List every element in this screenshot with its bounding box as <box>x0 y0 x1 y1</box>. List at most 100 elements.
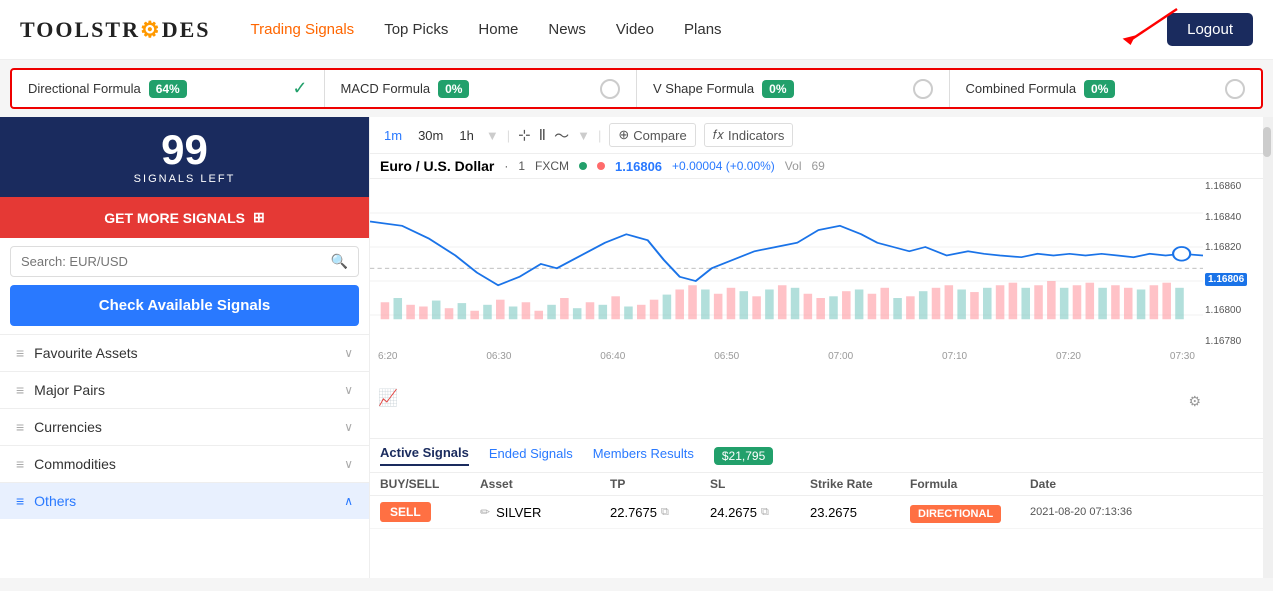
sidebar-item-favourite-assets[interactable]: ≡ Favourite Assets ∨ <box>0 334 369 371</box>
scrollbar[interactable] <box>1263 117 1273 578</box>
formula-macd-label: MACD Formula <box>341 81 431 96</box>
timeframe-30m[interactable]: 30m <box>414 126 447 145</box>
formula-directional-label: Directional Formula <box>28 81 141 96</box>
nav-trading-signals[interactable]: Trading Signals <box>251 21 355 38</box>
nav-news[interactable]: News <box>548 21 586 38</box>
copy-tp-icon[interactable]: ⧉ <box>661 506 669 519</box>
formula-vshape-label: V Shape Formula <box>653 81 754 96</box>
candlestick-icon[interactable]: Ⅱ <box>539 126 546 144</box>
indicators-button[interactable]: 𝑓𝑥 Indicators <box>704 123 794 147</box>
get-more-label: GET MORE SIGNALS <box>104 210 245 226</box>
nav-top-picks[interactable]: Top Picks <box>384 21 448 38</box>
formula-vshape-circle-icon <box>913 79 933 99</box>
search-input[interactable] <box>21 254 331 269</box>
sidebar-item-others[interactable]: ≡ Others ∧ <box>0 482 369 519</box>
chart-area: 1m 30m 1h ▼ | ⊹ Ⅱ 〜 ▼ | ⊕ Compare 𝑓𝑥 Ind… <box>370 117 1263 578</box>
x-label-2: 06:30 <box>486 351 511 362</box>
logo: TOOLSTR⚙DES <box>20 17 211 43</box>
nav-plans[interactable]: Plans <box>684 21 722 38</box>
status-dot-green <box>579 162 587 170</box>
col-buysell: BUY/SELL <box>380 477 480 491</box>
status-dot-pink <box>597 162 605 170</box>
formula-vshape[interactable]: V Shape Formula 0% <box>637 70 950 107</box>
nav-video[interactable]: Video <box>616 21 654 38</box>
col-formula: Formula <box>910 477 1030 491</box>
get-more-signals-button[interactable]: GET MORE SIGNALS ⊞ <box>0 197 369 238</box>
chart-settings-icon[interactable]: ⚙ <box>1188 393 1201 410</box>
fx-icon: 𝑓𝑥 <box>713 127 724 143</box>
formula-directional-check-icon: ✓ <box>292 78 307 99</box>
check-available-signals-button[interactable]: Check Available Signals <box>10 285 359 326</box>
sidebar-item-commodities[interactable]: ≡ Commodities ∨ <box>0 445 369 482</box>
chevron-down-icon-favourite: ∨ <box>344 346 353 360</box>
chart-info-bar: Euro / U.S. Dollar · 1 FXCM 1.16806 +0.0… <box>370 154 1263 179</box>
sidebar-label-others: Others <box>34 493 334 509</box>
y-label-5: 1.16780 <box>1205 336 1261 347</box>
x-label-7: 07:20 <box>1056 351 1081 362</box>
sidebar: 99 SIGNALS LEFT GET MORE SIGNALS ⊞ 🔍 Che… <box>0 117 370 578</box>
formula-bar: Directional Formula 64% ✓ MACD Formula 0… <box>10 68 1263 109</box>
list-icon-currencies: ≡ <box>16 419 24 435</box>
x-axis: 6:20 06:30 06:40 06:50 07:00 07:10 07:20… <box>370 351 1203 362</box>
formula-combined-badge: 0% <box>1084 80 1115 98</box>
formula-macd-circle-icon <box>600 79 620 99</box>
chevron-down-icon-currencies: ∨ <box>344 420 353 434</box>
tab-ended-signals[interactable]: Ended Signals <box>489 446 573 465</box>
y-label-3: 1.16820 <box>1205 242 1261 253</box>
x-label-8: 07:30 <box>1170 351 1195 362</box>
logo-accent: ⚙ <box>140 17 162 42</box>
x-label-3: 06:40 <box>600 351 625 362</box>
price-chart-svg <box>370 179 1203 349</box>
crosshair-icon[interactable]: ⊹ <box>518 126 531 144</box>
formula-combined[interactable]: Combined Formula 0% <box>950 70 1262 107</box>
signals-tabs: Active Signals Ended Signals Members Res… <box>370 439 1263 473</box>
pair-multiplier: · <box>504 159 508 173</box>
formula-directional[interactable]: Directional Formula 64% ✓ <box>12 70 325 107</box>
timeframe-1h[interactable]: 1h <box>455 126 477 145</box>
row-tp: 22.7675 ⧉ <box>610 505 710 520</box>
signals-left-label: SIGNALS LEFT <box>12 173 357 185</box>
nav-home[interactable]: Home <box>478 21 518 38</box>
pair-exchange: FXCM <box>535 159 569 173</box>
vol-label: Vol <box>785 159 802 173</box>
chevron-down-icon-major: ∨ <box>344 383 353 397</box>
y-label-2: 1.16840 <box>1205 212 1261 223</box>
x-label-5: 07:00 <box>828 351 853 362</box>
sidebar-item-major-pairs[interactable]: ≡ Major Pairs ∨ <box>0 371 369 408</box>
formula-macd[interactable]: MACD Formula 0% <box>325 70 638 107</box>
formula-vshape-badge: 0% <box>762 80 793 98</box>
pair-mult-val: 1 <box>518 159 525 173</box>
col-sl: SL <box>710 477 810 491</box>
scroll-thumb[interactable] <box>1263 127 1271 157</box>
indicators-label: Indicators <box>728 128 784 143</box>
compare-button[interactable]: ⊕ Compare <box>609 123 695 147</box>
chart-canvas: 1.16860 1.16840 1.16820 1.16806 1.16800 … <box>370 179 1263 438</box>
col-asset: Asset <box>480 477 610 491</box>
copy-sl-icon[interactable]: ⧉ <box>761 506 769 519</box>
pair-name: Euro / U.S. Dollar <box>380 158 494 174</box>
members-results-badge: $21,795 <box>714 447 773 465</box>
y-label-1: 1.16860 <box>1205 181 1261 192</box>
sidebar-item-currencies[interactable]: ≡ Currencies ∨ <box>0 408 369 445</box>
y-label-4: 1.16800 <box>1205 305 1261 316</box>
table-row: SELL ✏ SILVER 22.7675 ⧉ 24.2675 ⧉ 23.267… <box>370 496 1263 529</box>
tab-members-results[interactable]: Members Results <box>593 446 694 465</box>
col-date: Date <box>1030 477 1180 491</box>
line-chart-icon[interactable]: 〜 <box>554 125 569 146</box>
list-icon-commodities: ≡ <box>16 456 24 472</box>
current-price: 1.16806 <box>615 159 662 174</box>
timeframe-1m[interactable]: 1m <box>380 126 406 145</box>
x-label-4: 06:50 <box>714 351 739 362</box>
row-type: SELL <box>380 502 480 522</box>
x-label-1: 6:20 <box>378 351 397 362</box>
table-header: BUY/SELL Asset TP SL Strike Rate Formula… <box>370 473 1263 496</box>
directional-badge: DIRECTIONAL <box>910 505 1001 523</box>
nav-links: Trading Signals Top Picks Home News Vide… <box>251 21 1168 38</box>
sell-badge: SELL <box>380 502 431 522</box>
signals-count-box: 99 SIGNALS LEFT <box>0 117 369 197</box>
row-formula: DIRECTIONAL <box>910 505 1030 520</box>
tab-active-signals[interactable]: Active Signals <box>380 445 469 466</box>
x-label-6: 07:10 <box>942 351 967 362</box>
list-icon-major: ≡ <box>16 382 24 398</box>
chevron-down-icon-commodities: ∨ <box>344 457 353 471</box>
